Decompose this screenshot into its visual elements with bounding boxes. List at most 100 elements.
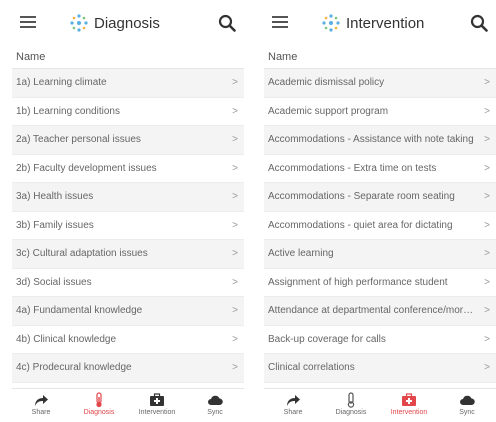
list-item-label: 1b) Learning conditions bbox=[16, 105, 120, 117]
chevron-right-icon: > bbox=[232, 162, 238, 174]
list-item-label: Clinical correlations bbox=[268, 362, 355, 374]
list-item-label: 2b) Faculty development issues bbox=[16, 162, 157, 174]
bottom-tab-bar: Share Diagnosis Intervention Sync bbox=[12, 388, 244, 422]
chevron-right-icon: > bbox=[484, 219, 490, 231]
list-item[interactable]: 4b) Clinical knowledge > bbox=[12, 326, 244, 354]
chevron-right-icon: > bbox=[232, 248, 238, 260]
search-icon[interactable] bbox=[470, 14, 488, 32]
tab-label: Diagnosis bbox=[83, 409, 115, 416]
column-header: Name bbox=[264, 46, 496, 69]
list-item[interactable]: 4c) Prodecural knowledge > bbox=[12, 354, 244, 383]
cloud-icon bbox=[460, 395, 475, 405]
list-item-label: Back-up coverage for calls bbox=[268, 333, 386, 345]
list-item-label: 3b) Family issues bbox=[16, 219, 94, 231]
tab-label: Share bbox=[283, 409, 303, 416]
chevron-right-icon: > bbox=[484, 77, 490, 89]
list-item-label: 1a) Learning climate bbox=[16, 77, 107, 89]
list-item[interactable]: Clinical correlations > bbox=[264, 354, 496, 383]
intervention-screen: Intervention Name Academic dismissal pol… bbox=[264, 0, 496, 422]
list-item[interactable]: Active learning > bbox=[264, 240, 496, 269]
chevron-right-icon: > bbox=[484, 105, 490, 117]
chevron-right-icon: > bbox=[232, 276, 238, 288]
list-item[interactable]: 2a) Teacher personal issues > bbox=[12, 126, 244, 155]
list-item[interactable]: 2b) Faculty development issues > bbox=[12, 155, 244, 183]
list-item[interactable]: Academic dismissal policy > bbox=[264, 69, 496, 98]
thermometer-icon bbox=[96, 392, 102, 408]
chevron-right-icon: > bbox=[232, 77, 238, 89]
chevron-right-icon: > bbox=[484, 305, 490, 317]
chevron-right-icon: > bbox=[232, 305, 238, 317]
list-item[interactable]: Academic support program > bbox=[264, 98, 496, 126]
app-logo-icon bbox=[322, 14, 340, 32]
tab-sync[interactable]: Sync bbox=[187, 392, 243, 416]
tab-label: Intervention bbox=[390, 409, 428, 416]
tab-label: Share bbox=[31, 409, 51, 416]
hamburger-menu-icon[interactable] bbox=[20, 13, 36, 33]
medical-kit-icon bbox=[150, 393, 164, 406]
chevron-right-icon: > bbox=[484, 134, 490, 146]
list-item-label: Attendance at departmental conference/mo… bbox=[268, 305, 479, 317]
chevron-right-icon: > bbox=[484, 276, 490, 288]
tab-share[interactable]: Share bbox=[265, 392, 321, 416]
list-item[interactable]: 1b) Learning conditions > bbox=[12, 98, 244, 126]
search-icon[interactable] bbox=[218, 14, 236, 32]
list-item[interactable]: Accommodations - Extra time on tests > bbox=[264, 155, 496, 183]
chevron-right-icon: > bbox=[484, 248, 490, 260]
list-item-label: Assignment of high performance student bbox=[268, 276, 448, 288]
share-arrow-icon bbox=[287, 395, 300, 406]
tab-intervention[interactable]: Intervention bbox=[381, 392, 437, 416]
share-arrow-icon bbox=[35, 395, 48, 406]
list-item[interactable]: Accommodations - quiet area for dictatin… bbox=[264, 212, 496, 240]
thermometer-icon bbox=[347, 392, 355, 408]
list-item[interactable]: Accommodations - Assistance with note ta… bbox=[264, 126, 496, 155]
cloud-icon bbox=[208, 395, 223, 405]
tab-label: Diagnosis bbox=[335, 409, 367, 416]
list-item-label: Accommodations - Assistance with note ta… bbox=[268, 134, 474, 146]
list-item-label: 4b) Clinical knowledge bbox=[16, 333, 117, 345]
list-item[interactable]: 1a) Learning climate > bbox=[12, 69, 244, 98]
column-header: Name bbox=[12, 46, 244, 69]
list-item-label: 4c) Prodecural knowledge bbox=[16, 362, 132, 374]
hamburger-menu-icon[interactable] bbox=[272, 13, 288, 33]
chevron-right-icon: > bbox=[484, 191, 490, 203]
bottom-tab-bar: Share Diagnosis Intervention Sync bbox=[264, 388, 496, 422]
chevron-right-icon: > bbox=[484, 362, 490, 374]
tab-diagnosis[interactable]: Diagnosis bbox=[323, 392, 379, 416]
chevron-right-icon: > bbox=[232, 333, 238, 345]
header-title: Intervention bbox=[320, 12, 424, 34]
list-item[interactable]: 3d) Social issues > bbox=[12, 269, 244, 297]
tab-diagnosis[interactable]: Diagnosis bbox=[71, 392, 127, 416]
list-item-label: Academic support program bbox=[268, 105, 389, 117]
list-item-label: 2a) Teacher personal issues bbox=[16, 134, 141, 146]
list-item[interactable]: 3b) Family issues > bbox=[12, 212, 244, 240]
tab-intervention[interactable]: Intervention bbox=[129, 392, 185, 416]
chevron-right-icon: > bbox=[232, 191, 238, 203]
list-item-label: Active learning bbox=[268, 248, 334, 260]
list-item-label: Academic dismissal policy bbox=[268, 77, 385, 89]
list-item-label: Accommodations - Separate room seating bbox=[268, 191, 455, 203]
list-item-label: Accommodations - quiet area for dictatin… bbox=[268, 219, 453, 231]
list-item-label: 4a) Fundamental knowledge bbox=[16, 305, 143, 317]
chevron-right-icon: > bbox=[484, 333, 490, 345]
tab-share[interactable]: Share bbox=[13, 392, 69, 416]
list-item[interactable]: Accommodations - Separate room seating > bbox=[264, 183, 496, 212]
header-title: Diagnosis bbox=[68, 12, 160, 34]
list-item[interactable]: 3a) Health issues > bbox=[12, 183, 244, 212]
app-logo-icon bbox=[70, 14, 88, 32]
list-item[interactable]: Attendance at departmental conference/mo… bbox=[264, 297, 496, 326]
list-item[interactable]: 3c) Cultural adaptation issues > bbox=[12, 240, 244, 269]
list-item[interactable]: 4a) Fundamental knowledge > bbox=[12, 297, 244, 326]
tab-label: Sync bbox=[459, 409, 475, 416]
list-item-label: 3d) Social issues bbox=[16, 276, 92, 288]
chevron-right-icon: > bbox=[232, 134, 238, 146]
tab-label: Sync bbox=[207, 409, 223, 416]
list-item-label: 3a) Health issues bbox=[16, 191, 94, 203]
tab-sync[interactable]: Sync bbox=[439, 392, 495, 416]
tab-label: Intervention bbox=[138, 409, 176, 416]
app-header: Diagnosis bbox=[12, 0, 244, 46]
list-item[interactable]: Assignment of high performance student > bbox=[264, 269, 496, 297]
chevron-right-icon: > bbox=[232, 362, 238, 374]
page-title: Diagnosis bbox=[94, 14, 160, 32]
page-title: Intervention bbox=[346, 14, 425, 32]
list-item[interactable]: Back-up coverage for calls > bbox=[264, 326, 496, 354]
